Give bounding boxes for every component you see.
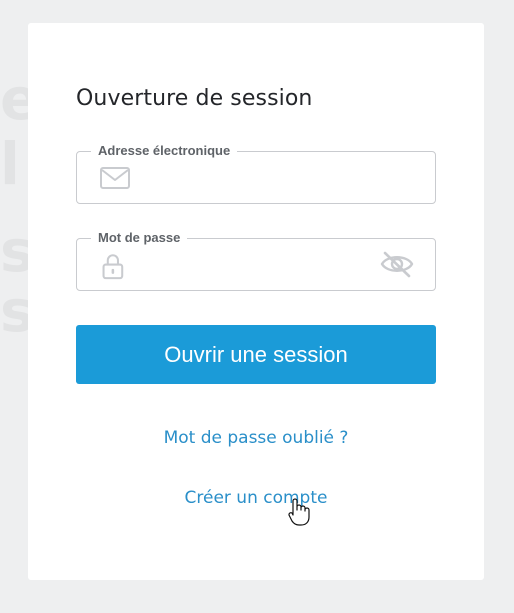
password-field-label: Mot de passe	[91, 229, 188, 246]
login-card: Ouverture de session Adresse électroniqu…	[28, 23, 484, 580]
email-field-label: Adresse électronique	[91, 142, 238, 159]
lock-icon	[102, 254, 124, 280]
mail-icon	[100, 167, 130, 189]
background-letter-l: l	[0, 130, 20, 198]
email-field[interactable]: Adresse électronique	[76, 142, 436, 204]
create-account-link[interactable]: Créer un compte	[28, 488, 484, 508]
email-input[interactable]	[133, 162, 387, 194]
forgot-password-link[interactable]: Mot de passe oublié ?	[28, 428, 484, 448]
password-field[interactable]: Mot de passe	[76, 229, 436, 291]
eye-slash-icon[interactable]	[379, 249, 415, 279]
sign-in-button[interactable]: Ouvrir une session	[76, 325, 436, 384]
password-input[interactable]	[133, 249, 387, 281]
login-title: Ouverture de session	[76, 86, 313, 111]
hand-pointer-cursor	[288, 498, 310, 526]
